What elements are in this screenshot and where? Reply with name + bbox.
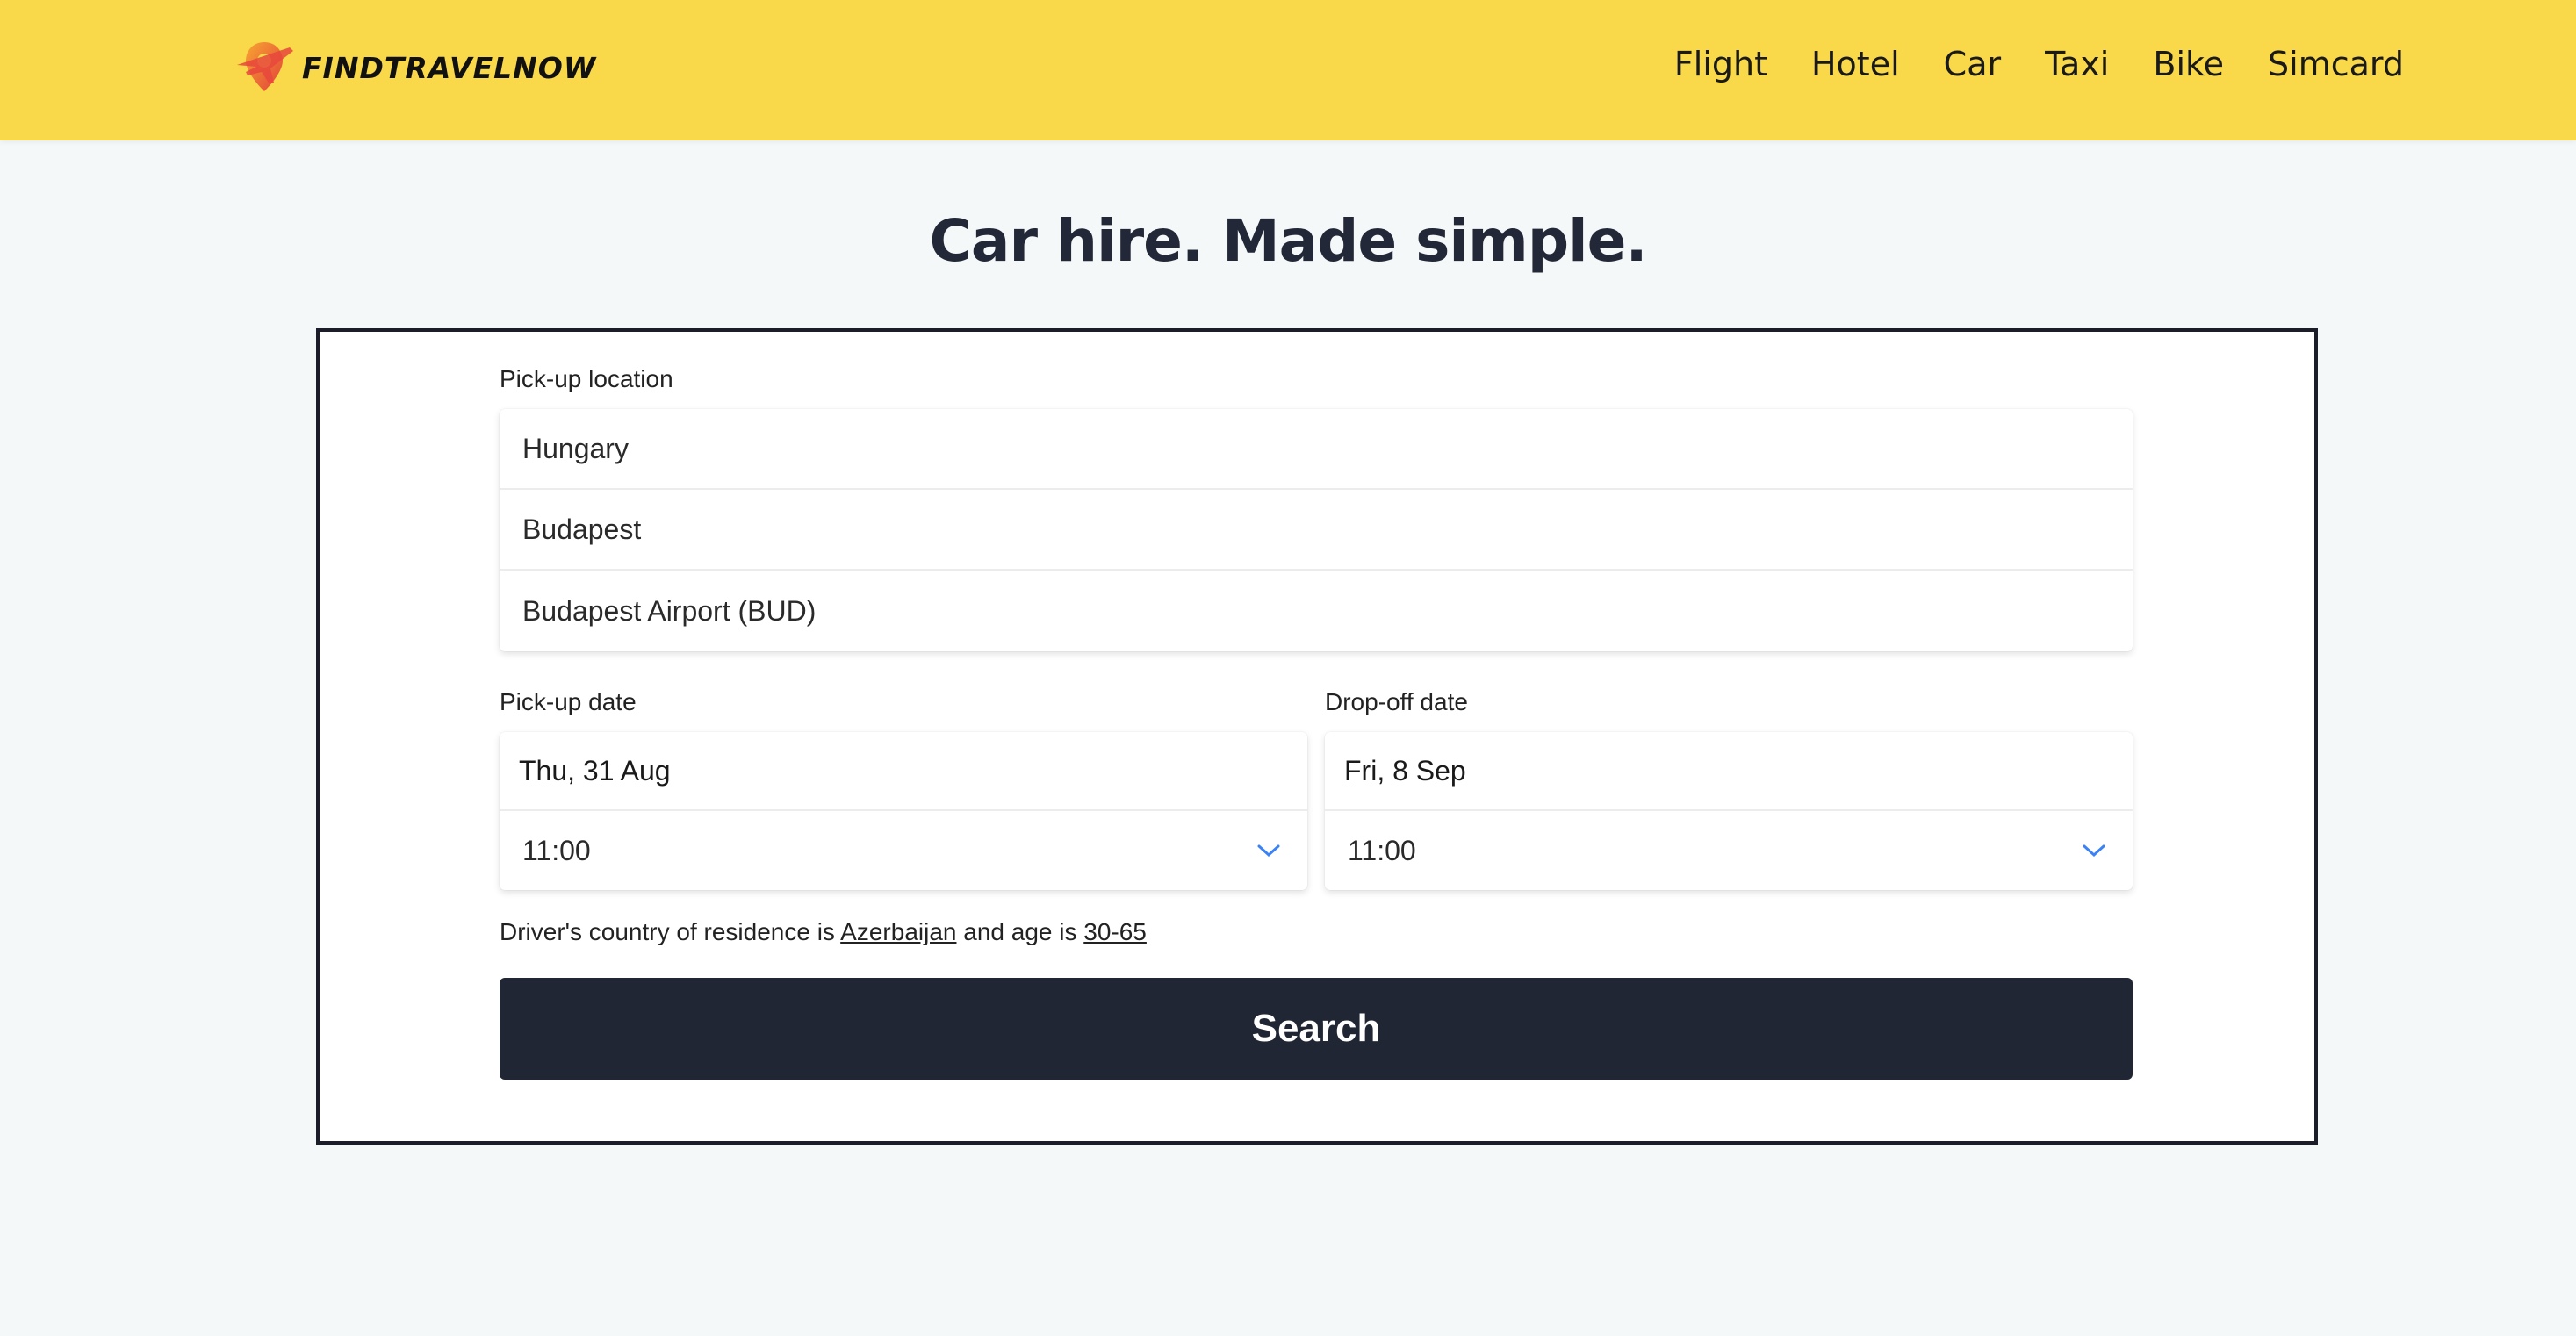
driver-prefix: Driver's country of residence is bbox=[500, 918, 835, 945]
dropoff-date-box: Fri, 8 Sep 11:00 bbox=[1325, 732, 2133, 890]
nav-simcard[interactable]: Simcard bbox=[2268, 45, 2404, 83]
nav-car[interactable]: Car bbox=[1944, 45, 2001, 83]
nav-taxi[interactable]: Taxi bbox=[2045, 45, 2109, 83]
pickup-time-select[interactable]: 11:00 bbox=[500, 811, 1307, 890]
pickup-date-label: Pick-up date bbox=[500, 688, 637, 715]
city-value: Budapest bbox=[522, 513, 642, 545]
plane-pin-logo-icon bbox=[237, 42, 293, 91]
site-logo[interactable]: FINDTRAVELNOW bbox=[232, 35, 596, 100]
pickup-date-field[interactable]: Thu, 31 Aug bbox=[500, 732, 1307, 811]
logo-text: FINDTRAVELNOW bbox=[302, 50, 597, 85]
place-value: Budapest Airport (BUD) bbox=[522, 594, 817, 627]
nav-bike[interactable]: Bike bbox=[2153, 45, 2224, 83]
main-nav: Flight Hotel Car Taxi Bike Simcard bbox=[1674, 40, 2404, 88]
dropoff-date-label: Drop-off date bbox=[1325, 688, 1468, 715]
pickup-location-selector: Hungary Budapest Budapest Airport (BUD) bbox=[500, 409, 2133, 651]
pickup-time-value: 11:00 bbox=[522, 834, 591, 866]
driver-age-link[interactable]: 30-65 bbox=[1083, 918, 1147, 945]
driver-info: Driver's country of residence is Azerbai… bbox=[500, 918, 1147, 946]
page-title: Car hire. Made simple. bbox=[929, 207, 1647, 275]
city-select[interactable]: Budapest bbox=[500, 490, 2133, 571]
nav-flight[interactable]: Flight bbox=[1674, 45, 1767, 83]
chevron-down-icon bbox=[1257, 844, 1280, 858]
dropoff-date-value: Fri, 8 Sep bbox=[1344, 754, 1466, 787]
dropoff-time-select[interactable]: 11:00 bbox=[1325, 811, 2133, 890]
pickup-date-value: Thu, 31 Aug bbox=[519, 754, 671, 787]
country-select[interactable]: Hungary bbox=[500, 409, 2133, 490]
country-value: Hungary bbox=[522, 432, 629, 464]
nav-hotel[interactable]: Hotel bbox=[1811, 45, 1900, 83]
top-header: FINDTRAVELNOW Flight Hotel Car Taxi Bike… bbox=[0, 0, 2576, 140]
place-select[interactable]: Budapest Airport (BUD) bbox=[500, 571, 2133, 651]
chevron-down-icon bbox=[2083, 844, 2105, 858]
driver-middle: and age is bbox=[963, 918, 1077, 945]
search-button[interactable]: Search bbox=[500, 978, 2133, 1080]
dropoff-date-field[interactable]: Fri, 8 Sep bbox=[1325, 732, 2133, 811]
dropoff-time-value: 11:00 bbox=[1348, 834, 1416, 866]
driver-country-link[interactable]: Azerbaijan bbox=[840, 918, 956, 945]
pickup-location-label: Pick-up location bbox=[500, 365, 673, 392]
pickup-date-box: Thu, 31 Aug 11:00 bbox=[500, 732, 1307, 890]
